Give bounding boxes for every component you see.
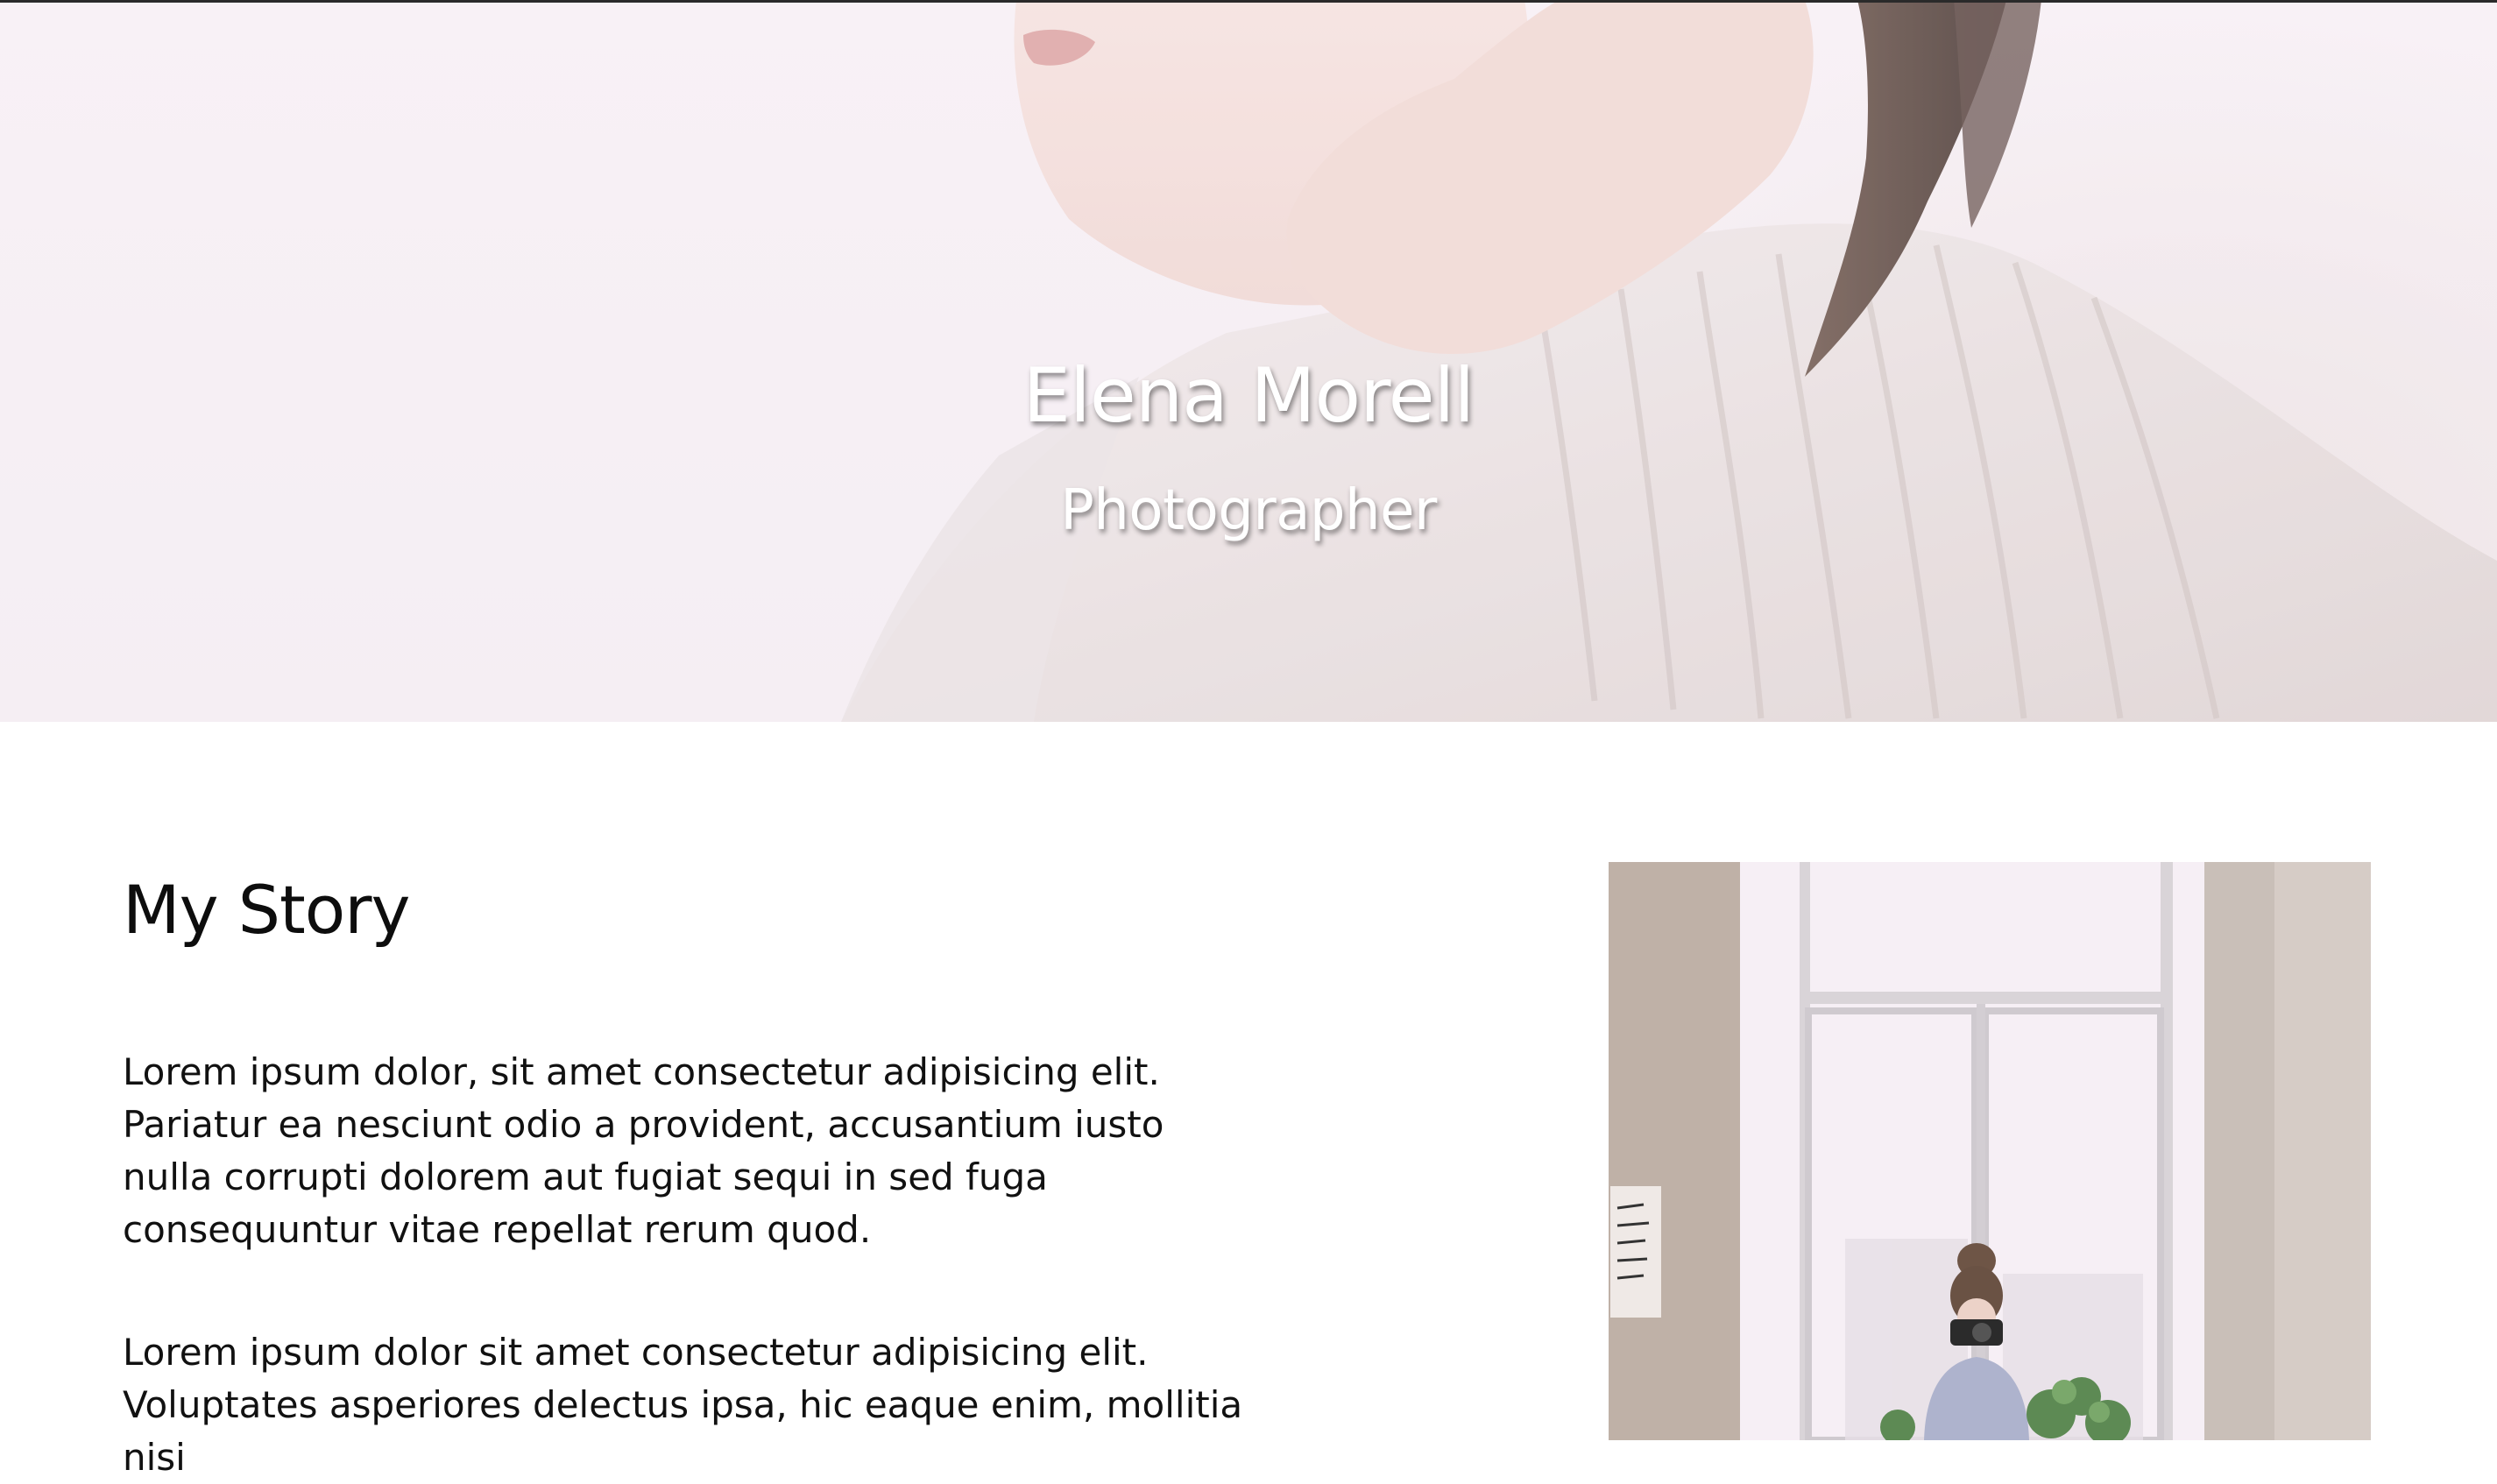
hero-subtitle: Photographer [1060, 478, 1437, 543]
story-title: My Story [123, 871, 410, 949]
top-border [0, 0, 2497, 3]
hero-name: Elena Morell [1022, 352, 1475, 440]
story-paragraph-2: Lorem ipsum dolor sit amet consectetur a… [123, 1331, 1243, 1479]
hero-banner: Elena Morell Photographer [0, 0, 2497, 722]
window-photographer-image [1609, 862, 2371, 1440]
story-paragraph-1: Lorem ipsum dolor, sit amet consectetur … [123, 1050, 1164, 1251]
story-photo [1609, 862, 2371, 1440]
story-section: My Story Lorem ipsum dolor, sit amet con… [0, 722, 2497, 1479]
